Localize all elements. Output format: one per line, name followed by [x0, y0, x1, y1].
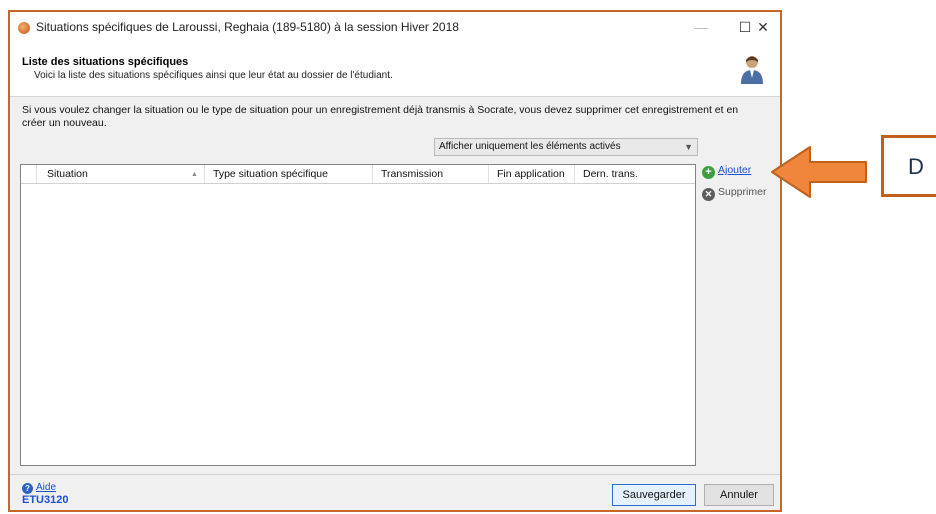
cancel-button[interactable]: Annuler [704, 484, 774, 506]
header-panel: Liste des situations spécifiques Voici l… [10, 44, 780, 97]
annotation-arrow-icon [771, 146, 867, 198]
delete-label: Supprimer [718, 186, 767, 198]
column-header-transmission[interactable]: Transmission [373, 165, 489, 183]
close-button[interactable]: ✕ [748, 16, 778, 38]
add-circle-icon: + [702, 166, 715, 179]
window-title: Situations spécifiques de Laroussi, Regh… [36, 20, 459, 34]
footer-divider [10, 474, 780, 475]
title-bar: Situations spécifiques de Laroussi, Regh… [10, 12, 780, 44]
annotation-callout: D [881, 135, 936, 197]
annotation-label: D [908, 154, 924, 179]
chevron-down-icon: ▼ [684, 142, 693, 152]
column-header-dern-trans[interactable]: Dern. trans. [575, 165, 695, 183]
filter-dropdown[interactable]: Afficher uniquement les éléments activés… [434, 138, 698, 156]
add-button[interactable]: + Ajouter [702, 164, 751, 179]
add-label: Ajouter [718, 164, 752, 176]
minimize-button[interactable]: — [686, 16, 716, 38]
situations-grid[interactable]: Situation ▲ Type situation spécifique Tr… [20, 164, 696, 466]
header-title: Liste des situations spécifiques [22, 56, 189, 68]
save-button[interactable]: Sauvegarder [612, 484, 696, 506]
filter-selected-value: Afficher uniquement les éléments activés [439, 141, 621, 152]
help-label: Aide [36, 482, 57, 493]
sunflower-icon [18, 22, 30, 34]
help-icon: ? [22, 483, 33, 494]
delete-button[interactable]: ✕ Supprimer [702, 186, 766, 201]
column-header-type[interactable]: Type situation spécifique [205, 165, 373, 183]
screen-code: ETU3120 [22, 494, 69, 506]
info-message: Si vous voulez changer la situation ou l… [22, 104, 739, 129]
column-header-situation[interactable]: Situation [37, 165, 205, 183]
user-icon [741, 56, 763, 84]
sort-ascending-icon: ▲ [191, 171, 198, 178]
dialog-window: Situations spécifiques de Laroussi, Regh… [8, 10, 782, 512]
header-subtitle: Voici la liste des situations spécifique… [34, 70, 393, 81]
delete-circle-icon: ✕ [702, 188, 715, 201]
column-header-fin-application[interactable]: Fin application [489, 165, 575, 183]
grid-header: Situation ▲ Type situation spécifique Tr… [21, 165, 695, 184]
help-link[interactable]: ? Aide [22, 482, 56, 494]
row-selector-header [21, 165, 37, 183]
